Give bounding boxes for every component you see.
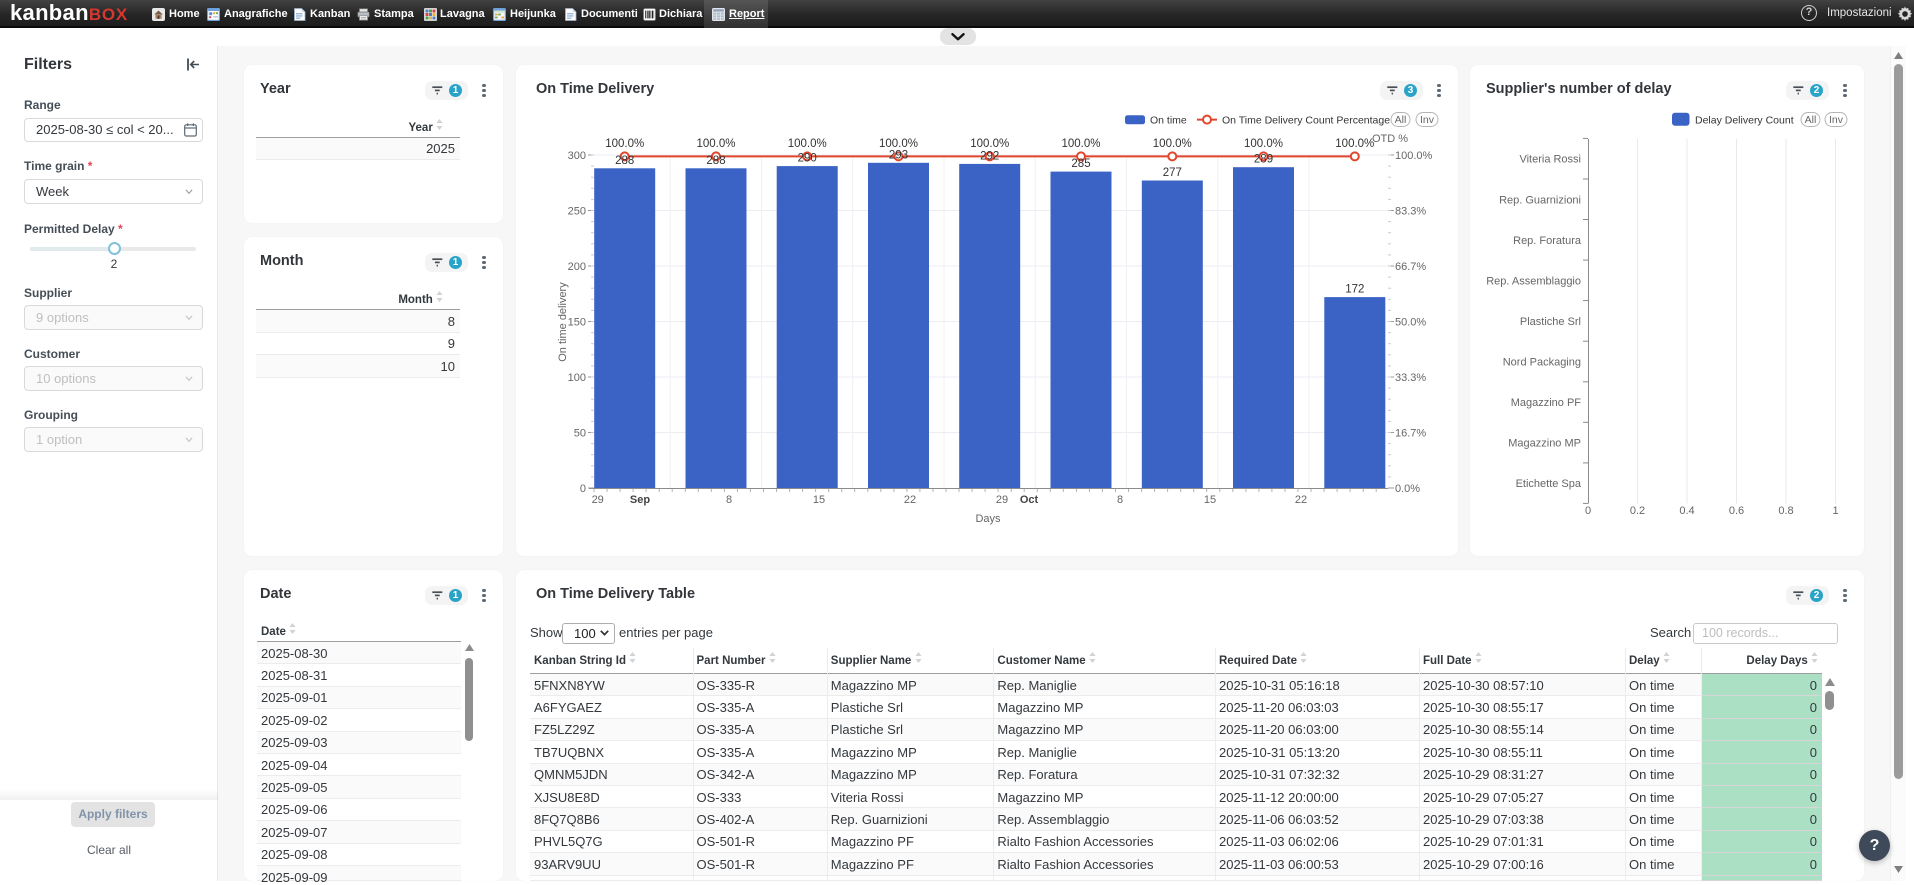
svg-text:288: 288 xyxy=(615,155,634,167)
svg-text:22: 22 xyxy=(1295,494,1307,506)
svg-text:100.0%: 100.0% xyxy=(696,138,735,150)
svg-text:0: 0 xyxy=(580,483,586,495)
svg-text:300: 300 xyxy=(568,150,586,162)
svg-text:100.0%: 100.0% xyxy=(605,138,644,150)
svg-text:293: 293 xyxy=(889,149,908,161)
svg-text:172: 172 xyxy=(1345,284,1364,296)
svg-text:100.0%: 100.0% xyxy=(1244,138,1283,150)
svg-text:292: 292 xyxy=(980,150,999,162)
svg-text:Days: Days xyxy=(975,513,1001,525)
svg-text:0.8: 0.8 xyxy=(1778,505,1793,517)
svg-text:83.3%: 83.3% xyxy=(1395,206,1426,218)
svg-text:On Time Delivery Count Percent: On Time Delivery Count Percentage xyxy=(1222,115,1390,127)
svg-text:50.0%: 50.0% xyxy=(1395,317,1426,329)
svg-text:100.0%: 100.0% xyxy=(879,138,918,150)
svg-text:Magazzino MP: Magazzino MP xyxy=(1508,438,1581,450)
svg-text:15: 15 xyxy=(813,494,825,506)
svg-text:66.7%: 66.7% xyxy=(1395,261,1426,273)
svg-text:16.7%: 16.7% xyxy=(1395,428,1426,440)
svg-text:Viteria Rossi: Viteria Rossi xyxy=(1519,154,1581,166)
svg-text:100.0%: 100.0% xyxy=(1395,150,1433,162)
svg-text:0.6: 0.6 xyxy=(1729,505,1744,517)
svg-text:289: 289 xyxy=(1254,154,1273,166)
svg-text:Magazzino PF: Magazzino PF xyxy=(1511,397,1582,409)
svg-text:Delay Delivery Count: Delay Delivery Count xyxy=(1695,115,1794,127)
svg-text:Rep. Guarnizioni: Rep. Guarnizioni xyxy=(1499,194,1581,206)
svg-text:277: 277 xyxy=(1163,167,1182,179)
svg-text:Etichette Spa: Etichette Spa xyxy=(1516,478,1582,490)
svg-text:150: 150 xyxy=(568,317,586,329)
svg-text:22: 22 xyxy=(904,494,916,506)
svg-text:100.0%: 100.0% xyxy=(1061,138,1100,150)
svg-text:Sep: Sep xyxy=(630,494,650,506)
svg-text:All: All xyxy=(1395,114,1407,126)
svg-text:33.3%: 33.3% xyxy=(1395,372,1426,384)
svg-text:29: 29 xyxy=(592,494,604,506)
svg-text:15: 15 xyxy=(1204,494,1216,506)
svg-text:On time: On time xyxy=(1150,115,1187,127)
svg-text:Inv: Inv xyxy=(1420,114,1435,126)
svg-text:OTD %: OTD % xyxy=(1372,133,1408,145)
svg-text:250: 250 xyxy=(568,206,586,218)
svg-text:1: 1 xyxy=(1832,505,1838,517)
svg-text:100: 100 xyxy=(568,372,586,384)
svg-text:On time delivery: On time delivery xyxy=(557,282,569,362)
svg-text:285: 285 xyxy=(1071,158,1090,170)
svg-text:Plastiche Srl: Plastiche Srl xyxy=(1520,316,1581,328)
svg-text:50: 50 xyxy=(574,428,586,440)
svg-text:100.0%: 100.0% xyxy=(1335,138,1374,150)
svg-text:100.0%: 100.0% xyxy=(788,138,827,150)
svg-text:Rep. Foratura: Rep. Foratura xyxy=(1513,235,1582,247)
svg-text:100.0%: 100.0% xyxy=(1153,138,1192,150)
svg-text:8: 8 xyxy=(726,494,732,506)
svg-text:290: 290 xyxy=(798,153,817,165)
svg-text:200: 200 xyxy=(568,261,586,273)
svg-text:Oct: Oct xyxy=(1020,494,1039,506)
svg-text:0.2: 0.2 xyxy=(1630,505,1645,517)
svg-text:29: 29 xyxy=(996,494,1008,506)
svg-text:100.0%: 100.0% xyxy=(970,138,1009,150)
svg-text:0: 0 xyxy=(1585,505,1591,517)
svg-text:8: 8 xyxy=(1117,494,1123,506)
svg-text:Nord Packaging: Nord Packaging xyxy=(1503,357,1581,369)
svg-text:0.0%: 0.0% xyxy=(1395,483,1420,495)
svg-text:288: 288 xyxy=(706,155,725,167)
svg-text:Inv: Inv xyxy=(1829,114,1844,126)
svg-text:Rep. Assemblaggio: Rep. Assemblaggio xyxy=(1486,275,1581,287)
svg-text:0.4: 0.4 xyxy=(1679,505,1694,517)
svg-text:All: All xyxy=(1805,114,1817,126)
